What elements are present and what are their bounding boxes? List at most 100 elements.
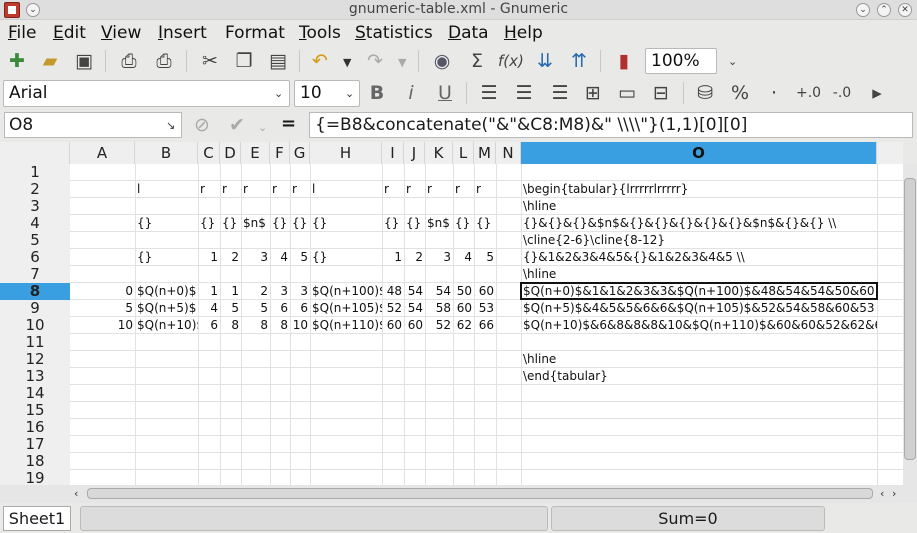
accept-entry-icon[interactable]: ✔: [225, 113, 249, 137]
cell-b6[interactable]: {}: [135, 249, 198, 266]
row-header-9[interactable]: 9: [0, 300, 70, 317]
cell-k9[interactable]: 58: [425, 300, 453, 317]
name-box-dropdown-icon[interactable]: ↘: [166, 119, 175, 132]
minimize-icon[interactable]: ⌄: [856, 3, 870, 17]
row-header-12[interactable]: 12: [0, 351, 70, 368]
cell-f4[interactable]: {}: [270, 215, 290, 232]
cell-j8[interactable]: 54: [404, 283, 425, 300]
cell-i10[interactable]: 60: [382, 317, 404, 334]
close-icon[interactable]: ✕: [898, 3, 912, 17]
cell-d2[interactable]: r: [220, 181, 241, 198]
center-across-icon[interactable]: ▭: [615, 81, 639, 105]
cell-e2[interactable]: r: [241, 181, 270, 198]
cell-m10[interactable]: 66: [474, 317, 496, 334]
scroll-left-arrow-icon[interactable]: ‹: [880, 487, 884, 500]
cell-a9[interactable]: 5: [70, 300, 135, 317]
hyperlink-icon[interactable]: ◉: [430, 49, 454, 73]
menu-file[interactable]: File: [8, 23, 36, 43]
column-header-k[interactable]: K: [425, 142, 453, 164]
cell-o4[interactable]: {}&{}&{}&$n$&{}&{}&{}&{}&{}&$n$&{}&{} \\: [521, 215, 877, 232]
cell-l8[interactable]: 50: [453, 283, 474, 300]
cell-m9[interactable]: 53: [474, 300, 496, 317]
merge-cells-icon[interactable]: ⊞: [581, 81, 605, 105]
row-header-10[interactable]: 10: [0, 317, 70, 334]
menu-view[interactable]: View: [101, 23, 141, 43]
redo-dropdown-icon[interactable]: ▼: [398, 56, 406, 69]
cell-o6[interactable]: {}&1&2&3&4&5&{}&1&2&3&4&5 \\: [521, 249, 877, 266]
currency-format-icon[interactable]: ⛁: [693, 81, 717, 105]
cell-k4[interactable]: $n$: [425, 215, 453, 232]
column-header-c[interactable]: C: [198, 142, 220, 164]
cell-b4[interactable]: {}: [135, 215, 198, 232]
cell-b8[interactable]: $Q(n+0)$: [135, 283, 198, 300]
vertical-scrollbar[interactable]: [903, 164, 917, 485]
row-header-11[interactable]: 11: [0, 334, 70, 351]
cell-c8[interactable]: 1: [198, 283, 220, 300]
menu-insert[interactable]: Insert: [158, 23, 207, 43]
row-header-7[interactable]: 7: [0, 266, 70, 283]
sort-descending-icon[interactable]: ⇈: [567, 49, 591, 73]
column-header-j[interactable]: J: [404, 142, 425, 164]
cell-h9[interactable]: $Q(n+105)$: [310, 300, 382, 317]
menu-edit[interactable]: Edit: [53, 23, 86, 43]
vertical-scroll-thumb[interactable]: [904, 178, 916, 460]
cell-m4[interactable]: {}: [474, 215, 496, 232]
cell-h4[interactable]: {}: [310, 215, 382, 232]
cell-e8[interactable]: 2: [241, 283, 270, 300]
column-header-a[interactable]: A: [70, 142, 135, 164]
thousands-separator-icon[interactable]: ·: [762, 81, 786, 105]
font-name-dropdown-icon[interactable]: ⌄: [274, 87, 283, 100]
zoom-combo[interactable]: 100%: [645, 48, 717, 74]
cell-e10[interactable]: 8: [241, 317, 270, 334]
row-header-5[interactable]: 5: [0, 232, 70, 249]
cell-l9[interactable]: 60: [453, 300, 474, 317]
cell-j2[interactable]: r: [404, 181, 425, 198]
menu-format[interactable]: Format: [225, 23, 285, 43]
row-header-13[interactable]: 13: [0, 368, 70, 385]
cell-o10[interactable]: $Q(n+10)$&6&8&8&8&10&$Q(n+110)$&60&60&52…: [521, 317, 877, 334]
accept-dropdown-icon[interactable]: ⌄: [258, 121, 267, 134]
row-header-4[interactable]: 4: [0, 215, 70, 232]
menu-statistics[interactable]: Statistics: [355, 23, 433, 43]
save-icon[interactable]: ▣: [72, 49, 96, 73]
menu-help[interactable]: Help: [504, 23, 543, 43]
cell-f6[interactable]: 4: [270, 249, 290, 266]
cell-h10[interactable]: $Q(n+110)$: [310, 317, 382, 334]
cell-m2[interactable]: r: [474, 181, 496, 198]
cell-f8[interactable]: 3: [270, 283, 290, 300]
column-header-h[interactable]: H: [310, 142, 382, 164]
cell-e9[interactable]: 5: [241, 300, 270, 317]
column-header-b[interactable]: B: [135, 142, 198, 164]
cell-j4[interactable]: {}: [404, 215, 425, 232]
column-header-o[interactable]: O: [521, 142, 877, 164]
cell-o7[interactable]: \hline: [521, 266, 877, 283]
cell-h8[interactable]: $Q(n+100)$: [310, 283, 382, 300]
cell-name-box[interactable]: O8: [4, 112, 182, 138]
split-cells-icon[interactable]: ⊟: [649, 81, 673, 105]
row-header-1[interactable]: 1: [0, 164, 70, 181]
cell-a8[interactable]: 0: [70, 283, 135, 300]
row-header-3[interactable]: 3: [0, 198, 70, 215]
cell-e6[interactable]: 3: [241, 249, 270, 266]
sort-ascending-icon[interactable]: ⇊: [533, 49, 557, 73]
paste-icon[interactable]: ▤: [266, 49, 290, 73]
cell-o5[interactable]: \cline{2-6}\cline{8-12}: [521, 232, 877, 249]
cell-a10[interactable]: 10: [70, 317, 135, 334]
column-header-g[interactable]: G: [290, 142, 310, 164]
row-header-14[interactable]: 14: [0, 385, 70, 402]
cell-h6[interactable]: {}: [310, 249, 382, 266]
cell-f2[interactable]: r: [270, 181, 290, 198]
cell-l10[interactable]: 62: [453, 317, 474, 334]
italic-icon[interactable]: i: [399, 81, 423, 105]
menu-tools[interactable]: Tools: [299, 23, 341, 43]
cell-j9[interactable]: 54: [404, 300, 425, 317]
cell-d10[interactable]: 8: [220, 317, 241, 334]
cell-g2[interactable]: r: [290, 181, 310, 198]
cell-g6[interactable]: 5: [290, 249, 310, 266]
column-header-f[interactable]: F: [270, 142, 290, 164]
maximize-icon[interactable]: ⌃: [877, 3, 891, 17]
underline-icon[interactable]: U: [433, 81, 457, 105]
column-header-e[interactable]: E: [241, 142, 270, 164]
row-header-15[interactable]: 15: [0, 402, 70, 419]
cell-m6[interactable]: 5: [474, 249, 496, 266]
